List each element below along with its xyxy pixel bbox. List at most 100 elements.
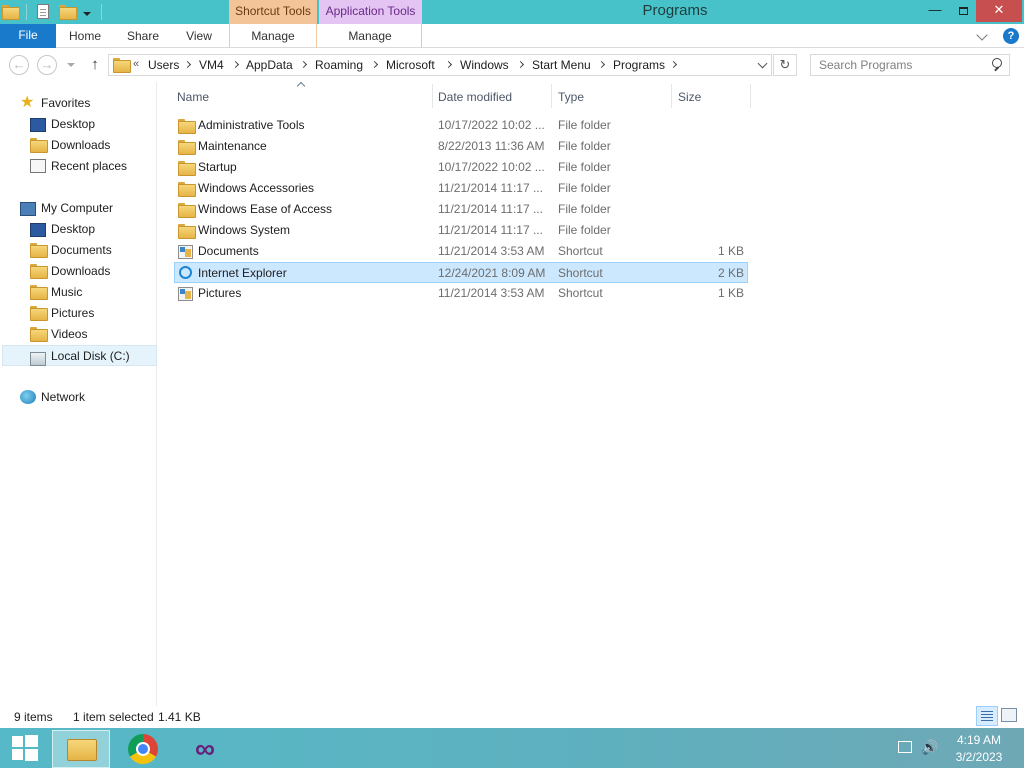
help-icon[interactable]: ? [1003, 28, 1019, 44]
clock-date[interactable]: 3/2/2023 [944, 750, 1014, 764]
column-divider[interactable] [551, 84, 552, 108]
breadcrumb-appdata[interactable]: AppData [246, 58, 293, 72]
file-name: Windows Accessories [198, 181, 315, 195]
breadcrumb-vm4[interactable]: VM4 [199, 58, 224, 72]
file-size: 1 KB [717, 286, 744, 300]
maximize-button[interactable] [950, 0, 976, 22]
ribbon-tab-bar: File Home Share View Manage Manage ? [0, 24, 1024, 48]
forward-button[interactable]: → [37, 55, 57, 75]
nav-computer-documents[interactable]: Documents [30, 240, 150, 261]
nav-network[interactable]: Network [20, 387, 150, 408]
column-header-size[interactable]: Size [678, 90, 701, 104]
nav-computer-pictures[interactable]: Pictures [30, 303, 150, 324]
nav-item-label: Videos [51, 327, 88, 341]
file-date: 11/21/2014 11:17 ... [438, 223, 543, 237]
breadcrumb-windows[interactable]: Windows [460, 58, 509, 72]
breadcrumb-separator[interactable] [231, 60, 240, 69]
nav-computer-videos[interactable]: Videos [30, 324, 150, 345]
search-box[interactable] [810, 54, 1010, 76]
nav-computer-music[interactable]: Music [30, 282, 150, 303]
tab-manage-shortcut[interactable]: Manage [229, 24, 317, 48]
windows-logo-icon [25, 735, 38, 747]
nav-favorites-downloads[interactable]: Downloads [30, 135, 150, 156]
file-row[interactable]: Windows System 11/21/2014 11:17 ... File… [174, 220, 748, 241]
breadcrumb-programs[interactable]: Programs [613, 58, 665, 72]
nav-computer-downloads[interactable]: Downloads [30, 261, 150, 282]
expand-ribbon-icon[interactable] [976, 29, 988, 41]
file-row[interactable]: Startup 10/17/2022 10:02 ... File folder [174, 157, 748, 178]
file-list: Name Date modified Type Size Administrat… [158, 81, 1024, 706]
tab-file[interactable]: File [0, 24, 56, 48]
column-divider[interactable] [671, 84, 672, 108]
desktop-icon [30, 118, 46, 132]
breadcrumb-overflow[interactable]: « [133, 58, 139, 70]
file-type: Shortcut [558, 266, 603, 280]
up-button[interactable]: ↑ [86, 55, 104, 75]
minimize-button[interactable]: — [920, 0, 950, 22]
address-history-dropdown[interactable] [757, 58, 768, 69]
breadcrumb-separator[interactable] [299, 60, 308, 69]
file-row[interactable]: Administrative Tools 10/17/2022 10:02 ..… [174, 115, 748, 136]
tab-home[interactable]: Home [62, 24, 108, 48]
close-button[interactable]: ✕ [976, 0, 1022, 22]
downloads-folder-icon [30, 138, 48, 153]
start-button[interactable] [0, 728, 50, 768]
file-row[interactable]: Pictures 11/21/2014 3:53 AM Shortcut 1 K… [174, 283, 748, 304]
taskbar-file-explorer[interactable] [52, 730, 110, 768]
restore-icon [958, 6, 968, 15]
search-input[interactable] [811, 55, 989, 75]
back-button[interactable]: ← [9, 55, 29, 75]
breadcrumb-separator[interactable] [597, 60, 606, 69]
clock-time[interactable]: 4:19 AM [944, 733, 1014, 747]
breadcrumb-users[interactable]: Users [148, 58, 179, 72]
column-divider[interactable] [432, 84, 433, 108]
search-icon[interactable] [992, 58, 1002, 68]
breadcrumb-start-menu[interactable]: Start Menu [532, 58, 591, 72]
taskbar-chrome[interactable] [112, 730, 170, 768]
customize-qat-dropdown[interactable] [83, 12, 91, 16]
file-row[interactable]: Windows Ease of Access 11/21/2014 11:17 … [174, 199, 748, 220]
file-row[interactable]: Windows Accessories 11/21/2014 11:17 ...… [174, 178, 748, 199]
file-row[interactable]: Maintenance 8/22/2013 11:36 AM File fold… [174, 136, 748, 157]
nav-my-computer[interactable]: My Computer [20, 198, 150, 219]
properties-icon[interactable] [37, 4, 53, 20]
large-icons-view-icon[interactable] [1001, 708, 1017, 722]
breadcrumb-separator[interactable] [370, 60, 379, 69]
nav-computer-local-disk[interactable]: Local Disk (C:) [2, 345, 157, 366]
column-divider[interactable] [750, 84, 751, 108]
tab-manage-application[interactable]: Manage [319, 24, 422, 48]
recent-places-icon [30, 159, 46, 173]
qat-separator [101, 4, 102, 20]
file-row-selected[interactable]: Internet Explorer 12/24/2021 8:09 AM Sho… [174, 262, 748, 283]
nav-item-label: Local Disk (C:) [51, 349, 130, 363]
breadcrumb-separator[interactable] [444, 60, 453, 69]
address-bar[interactable]: « Users VM4 AppData Roaming Microsoft Wi… [108, 54, 772, 76]
file-name: Internet Explorer [198, 266, 287, 280]
tab-view[interactable]: View [178, 24, 220, 48]
new-folder-icon[interactable] [59, 5, 77, 21]
recent-locations-dropdown[interactable] [67, 63, 75, 67]
breadcrumb-microsoft[interactable]: Microsoft [386, 58, 435, 72]
nav-favorites-recent-places[interactable]: Recent places [30, 156, 150, 177]
action-center-icon[interactable] [898, 741, 912, 753]
column-header-type[interactable]: Type [558, 90, 584, 104]
volume-icon[interactable]: 🔊 [921, 739, 938, 756]
taskbar-visual-studio[interactable]: ∞ [174, 730, 232, 768]
breadcrumb-separator[interactable] [669, 60, 678, 69]
tab-share[interactable]: Share [120, 24, 166, 48]
breadcrumb-separator[interactable] [516, 60, 525, 69]
nav-favorites[interactable]: ★ Favorites [20, 93, 150, 114]
nav-favorites-desktop[interactable]: Desktop [30, 114, 150, 135]
breadcrumb-separator[interactable] [183, 60, 192, 69]
column-header-name[interactable]: Name [177, 90, 209, 104]
breadcrumb-roaming[interactable]: Roaming [315, 58, 363, 72]
file-type: File folder [558, 181, 611, 195]
file-name: Maintenance [198, 139, 267, 153]
details-view-icon[interactable] [976, 706, 998, 726]
music-folder-icon [30, 285, 48, 300]
nav-computer-desktop[interactable]: Desktop [30, 219, 150, 240]
windows-logo-icon [12, 736, 23, 747]
refresh-button[interactable]: ↻ [773, 54, 797, 76]
column-header-date[interactable]: Date modified [438, 90, 512, 104]
file-row[interactable]: Documents 11/21/2014 3:53 AM Shortcut 1 … [174, 241, 748, 262]
